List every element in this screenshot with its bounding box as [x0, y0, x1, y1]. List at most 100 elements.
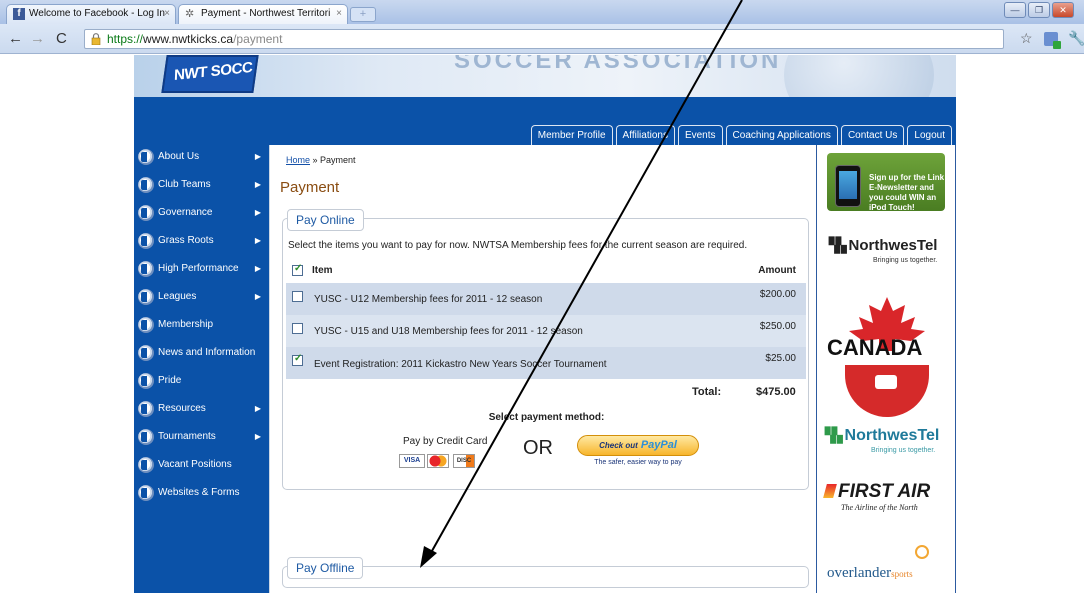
url-bar[interactable]: https://www.nwtkicks.ca/payment: [84, 29, 1004, 49]
submenu-arrow-icon: ▶: [254, 180, 261, 189]
forward-arrow-icon[interactable]: →: [30, 30, 45, 47]
sidebar-item-leagues[interactable]: Leagues ▶: [134, 285, 269, 313]
tab-label: Welcome to Facebook - Log In: [29, 8, 165, 19]
first-air-logo[interactable]: FIRST AIR: [823, 481, 930, 503]
soccer-ball-icon: [138, 457, 154, 473]
left-navigation: About Us ▶ Club Teams ▶ Governance ▶ Grass Roo…: [134, 145, 269, 593]
pay-offline-legend[interactable]: Pay Offline: [287, 557, 364, 579]
sidebar-item-pride[interactable]: Pride: [134, 369, 269, 397]
breadcrumb-home-link[interactable]: Home: [286, 155, 310, 165]
row-checkbox[interactable]: [292, 291, 303, 302]
nav-coaching-applications[interactable]: Coaching Applications: [725, 125, 838, 145]
table-row: Event Registration: 2011 Kickastro New Y…: [286, 347, 806, 379]
browser-tab-strip: f Welcome to Facebook - Log In × ✲ Payme…: [0, 0, 1084, 24]
mastercard-icon: [427, 454, 449, 468]
back-arrow-icon[interactable]: ←: [8, 30, 23, 47]
new-tab-button[interactable]: +: [350, 7, 376, 22]
select-payment-method-label: Select payment method:: [488, 412, 605, 423]
northwestel-logo-2[interactable]: ▚▚ NorthwesTel: [825, 427, 939, 445]
sidebar-item-websites-forms[interactable]: Websites & Forms: [134, 481, 269, 509]
soccer-ball-icon: [138, 205, 154, 221]
tab-payment[interactable]: ✲ Payment - Northwest Territori ×: [178, 4, 348, 24]
soccer-ball-icon: [138, 289, 154, 305]
submenu-arrow-icon: ▶: [254, 264, 261, 273]
overlander-name: overlander: [827, 565, 892, 581]
submenu-arrow-icon: ▶: [254, 404, 261, 413]
site-logo[interactable]: NWT SOCC: [161, 55, 259, 93]
row-item: YUSC - U12 Membership fees for 2011 - 12…: [314, 294, 543, 305]
overlander-sun-icon: [915, 545, 929, 559]
minimize-button[interactable]: —: [1004, 2, 1026, 18]
row-checkbox[interactable]: [292, 353, 303, 366]
ipod-newsletter-ad[interactable]: Sign up for the Link E-Newsletter and yo…: [827, 153, 945, 212]
canada-soccer-wordmark[interactable]: CANADA: [827, 335, 922, 361]
northwestel-mark-icon: ▚▚: [829, 237, 846, 253]
submenu-arrow-icon: ▶: [254, 236, 261, 245]
breadcrumb-current: Payment: [320, 155, 356, 165]
extension-icon[interactable]: [1044, 32, 1061, 49]
sidebar-item-label: Leagues: [158, 291, 197, 302]
nav-affiliations[interactable]: Affiliations: [615, 125, 675, 145]
sidebar-item-label: Resources: [158, 403, 206, 414]
pay-online-section: Pay Online Select the items you want to …: [282, 209, 809, 490]
soccer-ball-icon: [138, 401, 154, 417]
total-value: $475.00: [756, 386, 796, 398]
page-icon: ✲: [185, 8, 195, 20]
sidebar-item-grass-roots[interactable]: Grass Roots ▶: [134, 229, 269, 257]
nav-contact-us[interactable]: Contact Us: [840, 125, 905, 145]
sidebar-item-label: Grass Roots: [158, 235, 214, 246]
sidebar-item-news-and-information[interactable]: News and Information: [134, 341, 269, 369]
sidebar-item-membership[interactable]: Membership: [134, 313, 269, 341]
row-checkbox[interactable]: [292, 323, 303, 334]
page-title: Payment: [280, 179, 340, 196]
visa-icon: VISA: [399, 454, 425, 468]
wrench-icon[interactable]: 🔧: [1068, 30, 1084, 47]
sidebar-item-label: Vacant Positions: [158, 459, 232, 470]
banner-title: SOCCER ASSOCIATION: [454, 55, 782, 74]
sidebar-item-label: Websites & Forms: [158, 487, 240, 498]
paypal-checkout-button[interactable]: Check out PayPal: [577, 435, 699, 456]
submenu-arrow-icon: ▶: [254, 292, 261, 301]
sidebar-item-vacant-positions[interactable]: Vacant Positions: [134, 453, 269, 481]
row-amount: $250.00: [759, 321, 796, 332]
window-controls: — ❐ ✕: [1004, 2, 1074, 18]
paypal-subtitle: The safer, easier way to pay: [594, 459, 682, 466]
reload-icon[interactable]: C: [56, 30, 67, 47]
logo-text: NWT SOCC: [173, 58, 253, 85]
northwestel-logo[interactable]: ▚▚ NorthwesTel: [829, 237, 937, 254]
url-host: www.nwtkicks.ca: [143, 32, 234, 46]
sidebar-item-label: Pride: [158, 375, 182, 386]
close-window-button[interactable]: ✕: [1052, 2, 1074, 18]
bookmark-star-icon[interactable]: ☆: [1020, 30, 1033, 47]
sidebar-item-governance[interactable]: Governance ▶: [134, 201, 269, 229]
paypal-line2: PayPal: [640, 439, 677, 451]
or-separator: OR: [523, 437, 553, 459]
sidebar-item-tournaments[interactable]: Tournaments ▶: [134, 425, 269, 453]
overlander-sports-logo[interactable]: overlandersports: [827, 565, 913, 582]
northwestel-name: NorthwesTel: [848, 237, 938, 254]
sidebar-item-label: Membership: [158, 319, 214, 330]
submenu-arrow-icon: ▶: [254, 208, 261, 217]
sidebar-item-label: Governance: [158, 207, 213, 218]
sidebar-item-resources[interactable]: Resources ▶: [134, 397, 269, 425]
nav-events[interactable]: Events: [677, 125, 723, 145]
nav-logout[interactable]: Logout: [907, 125, 952, 145]
credit-card-label: Pay by Credit Card: [403, 436, 488, 447]
url-path: /payment: [233, 32, 283, 46]
close-icon[interactable]: ×: [336, 8, 342, 19]
row-item: YUSC - U15 and U18 Membership fees for 2…: [314, 326, 583, 337]
restore-button[interactable]: ❐: [1028, 2, 1050, 18]
nav-member-profile[interactable]: Member Profile: [530, 125, 613, 145]
pay-online-legend[interactable]: Pay Online: [287, 209, 364, 231]
address-toolbar: ← → C https://www.nwtkicks.ca/payment ☆ …: [0, 24, 1084, 54]
close-icon[interactable]: ×: [164, 8, 170, 19]
northwestel-tagline-2: Bringing us together.: [871, 447, 936, 454]
select-all-checkbox[interactable]: [292, 263, 303, 276]
sidebar-item-high-performance[interactable]: High Performance ▶: [134, 257, 269, 285]
item-column-header: Item: [312, 265, 333, 276]
sidebar-item-club-teams[interactable]: Club Teams ▶: [134, 173, 269, 201]
credit-card-option[interactable]: Pay by Credit Card VISA DISC: [391, 432, 501, 470]
sidebar-item-about-us[interactable]: About Us ▶: [134, 145, 269, 173]
tab-facebook[interactable]: f Welcome to Facebook - Log In ×: [6, 4, 176, 24]
site-frame: SOCCER ASSOCIATION NWT SOCC Member Profi…: [134, 55, 956, 593]
